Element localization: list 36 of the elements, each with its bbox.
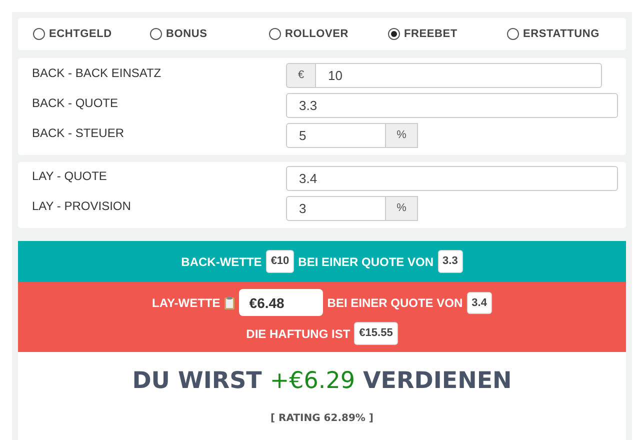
number-field[interactable]: 3 bbox=[286, 196, 386, 221]
percent-addon: % bbox=[386, 123, 418, 148]
radio-button[interactable] bbox=[388, 28, 400, 40]
field-label: BACK - QUOTE bbox=[32, 95, 120, 112]
radio-button[interactable] bbox=[507, 28, 519, 40]
radio-label[interactable]: BONUS bbox=[166, 26, 208, 42]
radio-label[interactable]: FREEBET bbox=[404, 26, 458, 42]
field-label: BACK - BACK EINSATZ bbox=[32, 65, 162, 82]
number-field[interactable]: 5 bbox=[286, 123, 386, 148]
odds-field[interactable]: 3.4 bbox=[286, 166, 618, 191]
field-label: BACK - STEUER bbox=[32, 125, 126, 142]
lay-bet-label: LAY-WETTE bbox=[152, 294, 220, 312]
radio-label[interactable]: ECHTGELD bbox=[49, 26, 112, 42]
amount-field[interactable]: 10 bbox=[315, 63, 602, 88]
liability-label: DIE HAFTUNG IST bbox=[246, 326, 350, 342]
stake-badge: €10 bbox=[266, 250, 294, 273]
radio-button[interactable] bbox=[33, 28, 45, 40]
percent-addon: % bbox=[386, 196, 418, 221]
field-label: LAY - QUOTE bbox=[32, 168, 108, 185]
radio-button[interactable] bbox=[150, 28, 162, 40]
currency-addon: € bbox=[286, 63, 315, 88]
radio-button[interactable] bbox=[269, 28, 282, 40]
odds-badge: 3.4 bbox=[466, 292, 492, 314]
odds-badge: 3.3 bbox=[438, 250, 463, 273]
profit-sentence: DU WIRST +€6.29 VERDIENEN bbox=[132, 367, 512, 396]
lay-stake-field[interactable]: €6.48 bbox=[239, 289, 324, 316]
odds-field[interactable]: 3.3 bbox=[286, 93, 618, 118]
radio-label[interactable]: ROLLOVER bbox=[285, 26, 349, 42]
back-bet-label: BACK-WETTE bbox=[181, 254, 262, 270]
odds-label: BEI EINER QUOTE VON bbox=[327, 294, 463, 312]
field-label: LAY - PROVISION bbox=[32, 198, 132, 215]
clipboard-icon[interactable] bbox=[224, 296, 236, 310]
radio-label[interactable]: ERSTATTUNG bbox=[523, 26, 600, 42]
odds-label: BEI EINER QUOTE VON bbox=[298, 254, 434, 270]
rating-text: [ RATING 62.89% ] bbox=[270, 412, 374, 426]
liability-badge: €15.55 bbox=[354, 322, 398, 345]
